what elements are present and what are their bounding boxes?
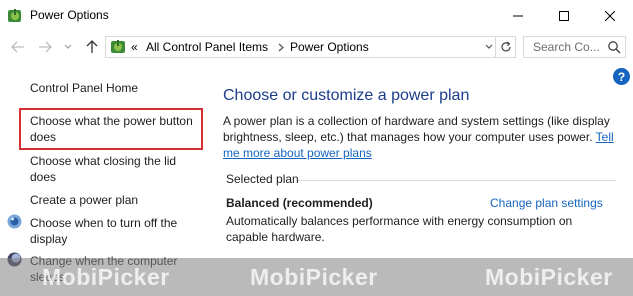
refresh-button[interactable] xyxy=(496,36,516,58)
chevron-down-icon xyxy=(64,44,72,49)
search-placeholder: Search Co... xyxy=(533,40,600,54)
create-power-plan-link[interactable]: Create a power plan xyxy=(30,192,138,208)
back-button[interactable] xyxy=(8,37,28,57)
address-overflow-chevron[interactable]: « xyxy=(131,40,138,54)
watermark-text: MobiPicker xyxy=(42,264,170,290)
breadcrumb-all-control-panel-items[interactable]: All Control Panel Items xyxy=(146,40,268,54)
forward-arrow-icon xyxy=(39,41,52,53)
help-button[interactable]: ? xyxy=(613,68,630,85)
power-button-link[interactable]: Choose what the power button does xyxy=(30,113,193,145)
chevron-right-icon xyxy=(278,43,284,52)
up-button[interactable] xyxy=(82,37,102,57)
control-panel-home-link[interactable]: Control Panel Home xyxy=(30,80,138,96)
chevron-down-icon xyxy=(485,44,493,49)
power-button-link-line2: does xyxy=(30,130,57,144)
window-title: Power Options xyxy=(30,8,109,22)
close-icon xyxy=(605,10,615,21)
address-bar[interactable]: « All Control Panel Items Power Options xyxy=(105,36,496,58)
turn-off-display-link-line2: display xyxy=(30,232,68,246)
watermark-text: MobiPicker xyxy=(485,264,613,290)
breadcrumb-power-options[interactable]: Power Options xyxy=(290,40,369,54)
closing-lid-link-line1: Choose what closing the lid xyxy=(30,154,177,168)
page-description: A power plan is a collection of hardware… xyxy=(223,113,623,161)
search-input[interactable]: Search Co... xyxy=(523,36,626,58)
title-bar: Power Options xyxy=(0,0,633,31)
closing-lid-link-line2: does xyxy=(30,170,57,184)
power-options-icon xyxy=(111,40,125,53)
description-text: A power plan is a collection of hardware… xyxy=(223,114,610,144)
closing-lid-link[interactable]: Choose what closing the lid does xyxy=(30,153,176,185)
watermark-text: MobiPicker xyxy=(250,264,378,290)
plan-name: Balanced (recommended) xyxy=(226,196,373,210)
close-button[interactable] xyxy=(587,0,633,31)
address-dropdown-button[interactable] xyxy=(482,36,496,56)
selected-plan-label: Selected plan xyxy=(226,172,299,186)
recent-locations-button[interactable] xyxy=(58,37,78,57)
plan-description: Automatically balances performance with … xyxy=(226,214,573,244)
turn-off-display-link-line1: Choose when to turn off the xyxy=(30,216,178,230)
refresh-icon xyxy=(500,41,511,52)
back-arrow-icon xyxy=(11,41,24,53)
maximize-icon xyxy=(559,10,569,21)
shield-icon xyxy=(7,214,22,229)
minimize-button[interactable] xyxy=(495,0,541,31)
forward-button[interactable] xyxy=(35,37,55,57)
turn-off-display-link[interactable]: Choose when to turn off the display xyxy=(30,215,177,247)
minimize-icon xyxy=(513,15,523,16)
change-plan-settings-link[interactable]: Change plan settings xyxy=(490,196,603,210)
power-options-icon xyxy=(8,9,21,22)
page-title: Choose or customize a power plan xyxy=(223,87,470,104)
section-divider xyxy=(298,180,616,181)
search-icon xyxy=(608,41,621,54)
up-arrow-icon xyxy=(86,40,98,53)
maximize-button[interactable] xyxy=(541,0,587,31)
power-button-link-line1: Choose what the power button xyxy=(30,114,193,128)
